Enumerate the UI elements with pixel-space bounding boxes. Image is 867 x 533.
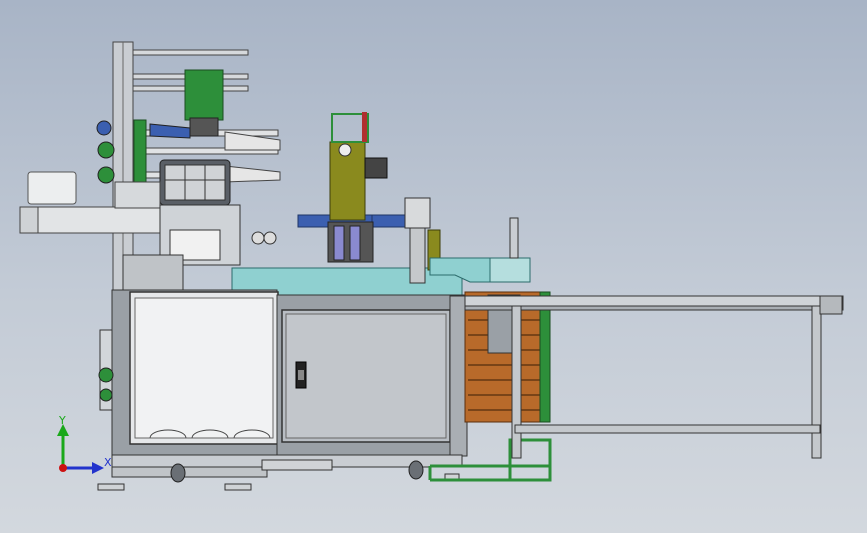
main-cabinet <box>276 294 468 457</box>
x-axis-label: X <box>104 456 112 469</box>
machine-base <box>97 454 463 491</box>
z-axis-dot <box>59 464 67 472</box>
machine-drawing: Y X <box>19 41 844 491</box>
coordinate-triad: Y X <box>57 414 112 474</box>
y-axis-label: Y <box>58 414 66 427</box>
left-cabinet <box>98 289 279 461</box>
cad-viewport[interactable]: Y X <box>0 0 867 533</box>
